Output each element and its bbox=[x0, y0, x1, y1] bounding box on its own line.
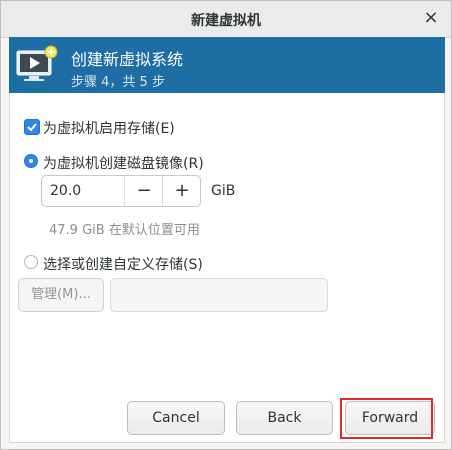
custom-storage-path-field[interactable] bbox=[110, 278, 328, 312]
storage-panel: 为虚拟机启用存储(E) 为虚拟机创建磁盘镜像(R) 20.0 − + GiB 4… bbox=[9, 93, 445, 443]
cancel-button[interactable]: Cancel bbox=[127, 401, 225, 435]
new-vm-dialog: 新建虚拟机 × 创建新虚拟系统 步骤 4，共 5 步 为虚拟机启用存储(E) 为… bbox=[0, 0, 452, 450]
monitor-play-icon bbox=[16, 45, 58, 81]
custom-storage-radio[interactable] bbox=[24, 255, 38, 269]
wizard-banner: 创建新虚拟系统 步骤 4，共 5 步 bbox=[9, 37, 445, 93]
enable-storage-checkbox[interactable] bbox=[24, 119, 40, 135]
available-space-hint: 47.9 GiB 在默认位置可用 bbox=[49, 223, 200, 238]
create-disk-radio[interactable] bbox=[24, 154, 38, 168]
back-button[interactable]: Back bbox=[236, 401, 333, 435]
close-button[interactable]: × bbox=[421, 8, 441, 28]
step-title: 创建新虚拟系统 bbox=[71, 50, 184, 69]
create-disk-label[interactable]: 为虚拟机创建磁盘镜像(R) bbox=[43, 153, 204, 173]
forward-button[interactable]: Forward bbox=[345, 401, 435, 435]
step-indicator: 步骤 4，共 5 步 bbox=[71, 75, 165, 90]
manage-button[interactable]: 管理(M)... bbox=[18, 278, 104, 312]
disk-size-unit: GiB bbox=[211, 183, 236, 199]
titlebar: 新建虚拟机 × bbox=[1, 1, 451, 38]
disk-size-spinner[interactable]: 20.0 − + bbox=[41, 175, 201, 207]
disk-size-input[interactable]: 20.0 bbox=[50, 183, 81, 199]
window-title: 新建虚拟机 bbox=[191, 13, 261, 29]
checkmark-icon bbox=[27, 123, 37, 132]
increment-button[interactable]: + bbox=[162, 176, 201, 206]
custom-storage-label[interactable]: 选择或创建自定义存储(S) bbox=[43, 254, 203, 274]
decrement-button[interactable]: − bbox=[124, 176, 163, 206]
enable-storage-label[interactable]: 为虚拟机启用存储(E) bbox=[43, 118, 175, 138]
